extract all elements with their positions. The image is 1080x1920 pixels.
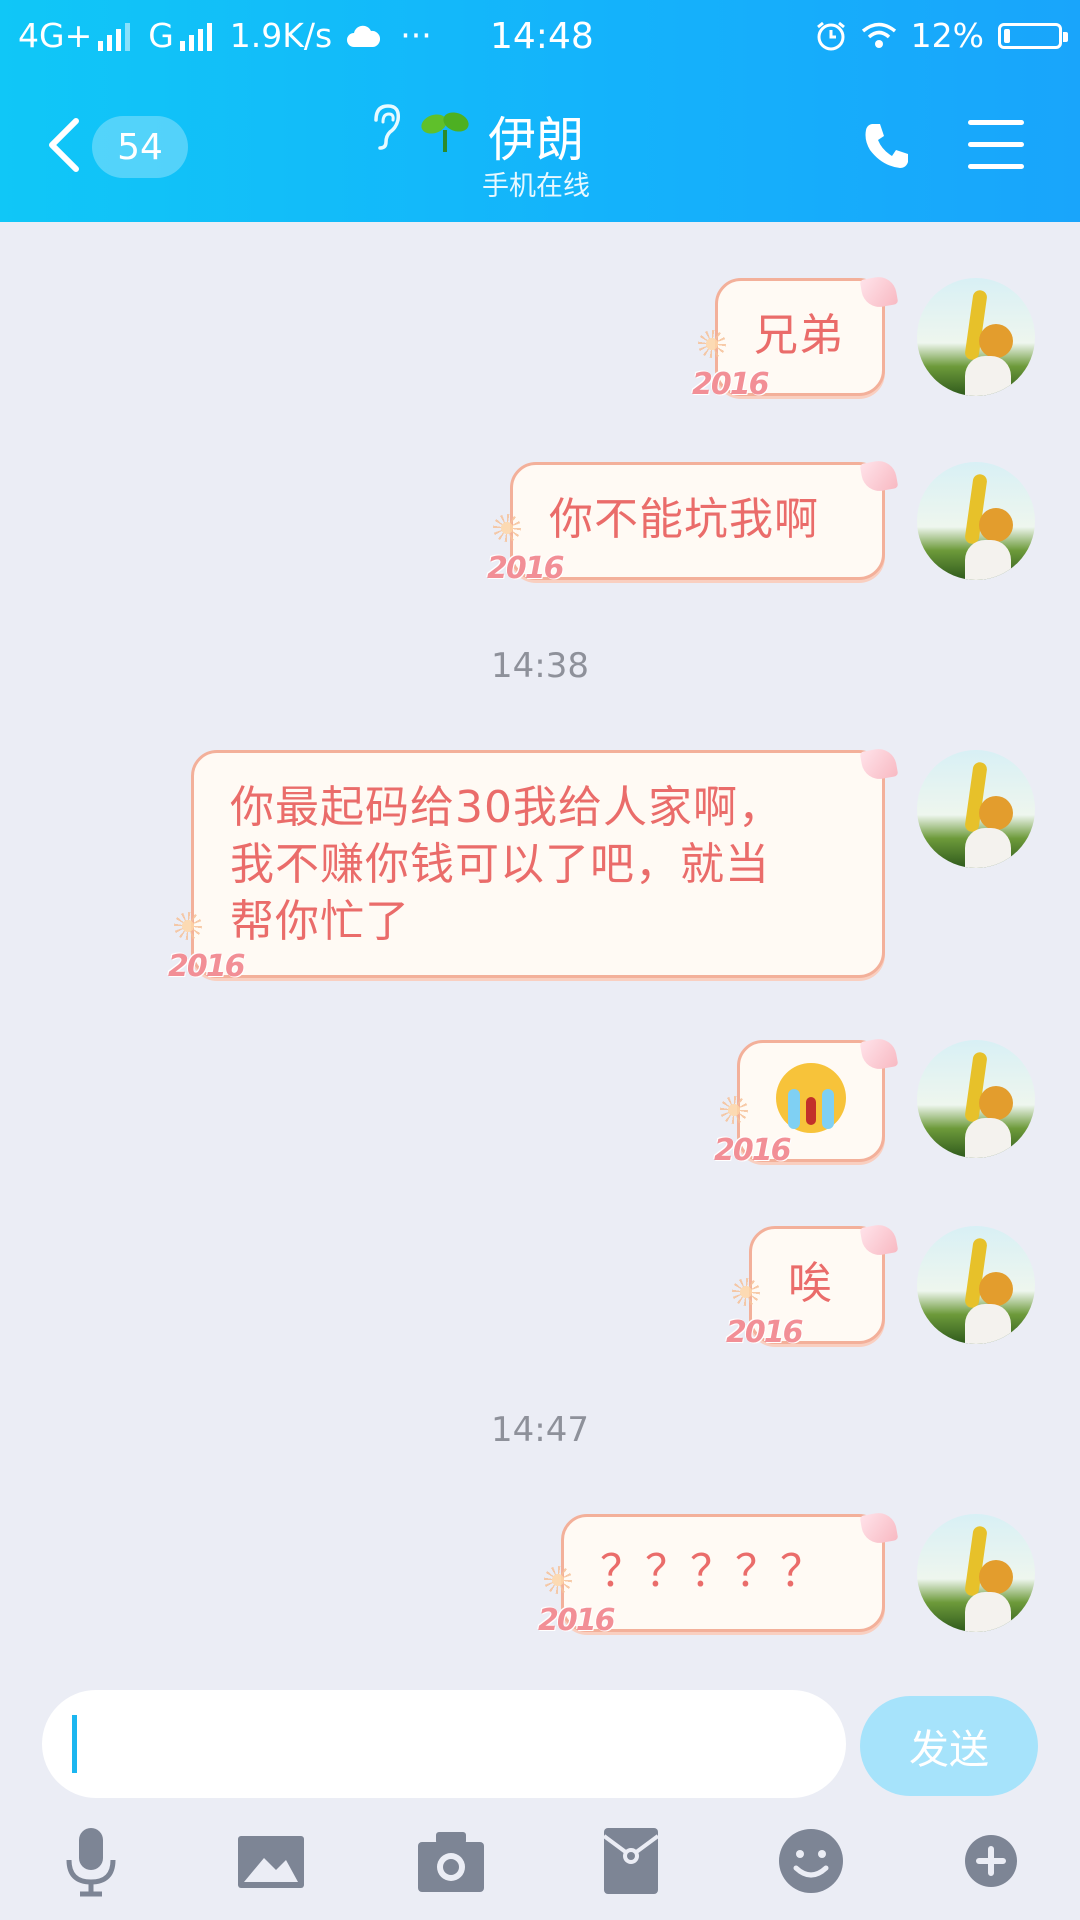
- avatar[interactable]: [917, 750, 1035, 868]
- unread-count-badge[interactable]: 54: [92, 116, 188, 178]
- decoration-2016: 2016: [714, 1096, 791, 1179]
- ear-icon: [374, 104, 401, 150]
- menu-icon[interactable]: [968, 120, 1024, 172]
- input-toolbar: [0, 1822, 1080, 1912]
- avatar[interactable]: [917, 1226, 1035, 1344]
- text-caret: [72, 1715, 77, 1773]
- signal-icon: [98, 21, 131, 51]
- message-text: 你最起码给30我给人家啊， 我不赚你钱可以了吧，就当 帮你忙了: [230, 782, 783, 947]
- battery-icon: [998, 22, 1068, 49]
- decoration-2016: 2016: [692, 330, 769, 413]
- image-icon[interactable]: [232, 1822, 310, 1900]
- decoration-2016: 2016: [168, 912, 245, 995]
- camera-icon[interactable]: [412, 1822, 490, 1900]
- wifi-icon: [861, 22, 896, 48]
- message-bubble[interactable]: 你不能坑我啊 2016: [487, 458, 899, 586]
- message-timestamp: 14:38: [491, 646, 589, 686]
- avatar[interactable]: [917, 1514, 1035, 1632]
- message-bubble[interactable]: 兄弟 2016: [692, 274, 899, 402]
- cloud-icon: [347, 25, 381, 47]
- avatar[interactable]: [917, 462, 1035, 580]
- sprout-icon: [421, 112, 469, 152]
- contact-status: 手机在线: [482, 171, 590, 202]
- more-indicator: ···: [400, 16, 432, 55]
- message-input[interactable]: [42, 1690, 846, 1798]
- message-bubble[interactable]: 你最起码给30我给人家啊， 我不赚你钱可以了吧，就当 帮你忙了 2016: [168, 746, 899, 984]
- status-time: 14:48: [490, 16, 594, 57]
- avatar[interactable]: [917, 1040, 1035, 1158]
- decoration-2016: 2016: [538, 1566, 615, 1649]
- contact-title[interactable]: 伊朗 手机在线: [360, 100, 720, 210]
- plus-icon[interactable]: [952, 1822, 1030, 1900]
- message-bubble[interactable]: ？？？？？ 2016: [538, 1510, 899, 1638]
- avatar[interactable]: [917, 278, 1035, 396]
- message-timestamp: 14:47: [491, 1410, 589, 1450]
- input-bar: 发送: [0, 1682, 1080, 1920]
- back-arrow-icon[interactable]: [44, 115, 84, 175]
- decoration-2016: 2016: [726, 1278, 803, 1361]
- alarm-icon: [816, 21, 845, 50]
- status-bar: 4G+ G 1.9K/s ··· 14:48 12%: [0, 0, 1080, 78]
- network-type-label: 4G+: [18, 16, 93, 55]
- contact-name: 伊朗: [488, 112, 585, 168]
- message-list[interactable]: 兄弟 2016 你不能坑我啊 2016 14:38 你最起码给30我给人家啊， …: [0, 222, 1080, 1682]
- send-button[interactable]: 发送: [860, 1696, 1038, 1796]
- message-bubble[interactable]: 2016: [714, 1036, 899, 1168]
- phone-call-icon[interactable]: [860, 118, 916, 174]
- network-type-2-label: G: [148, 16, 174, 55]
- red-packet-icon[interactable]: [592, 1822, 670, 1900]
- chat-header: 4G+ G 1.9K/s ··· 14:48 12% 54 伊朗 手机在线: [0, 0, 1080, 222]
- network-speed: 1.9K/s: [229, 16, 333, 55]
- microphone-icon[interactable]: [52, 1822, 130, 1900]
- signal-2-icon: [179, 21, 212, 51]
- message-bubble[interactable]: 唉 2016: [726, 1222, 899, 1350]
- decoration-2016: 2016: [487, 514, 564, 597]
- battery-percent: 12%: [910, 16, 984, 55]
- emoji-icon[interactable]: [772, 1822, 850, 1900]
- message-text: 你不能坑我啊: [549, 494, 819, 545]
